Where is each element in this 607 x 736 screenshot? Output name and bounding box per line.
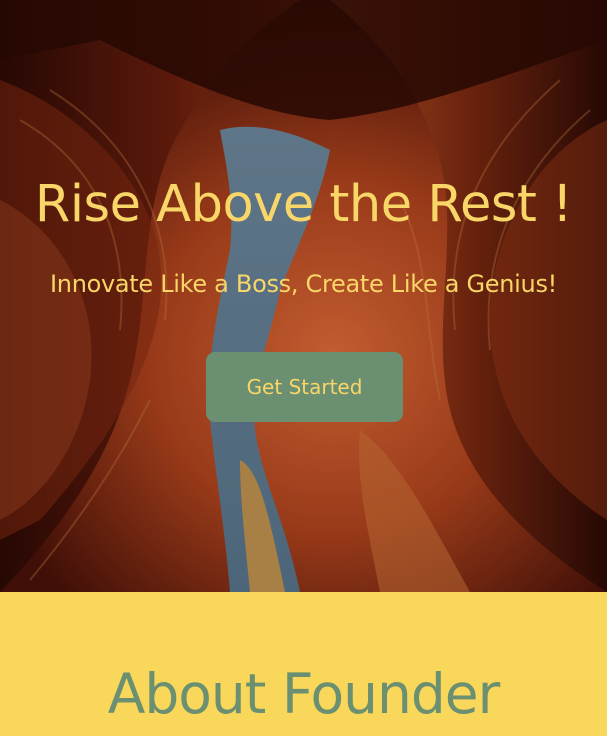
about-founder-heading: About Founder	[107, 662, 501, 726]
landing-page: Rise Above the Rest ! Innovate Like a Bo…	[0, 0, 607, 736]
get-started-button[interactable]: Get Started	[206, 352, 403, 422]
hero-subtitle: Innovate Like a Boss, Create Like a Geni…	[50, 270, 557, 298]
hero-title: Rise Above the Rest !	[34, 175, 573, 234]
